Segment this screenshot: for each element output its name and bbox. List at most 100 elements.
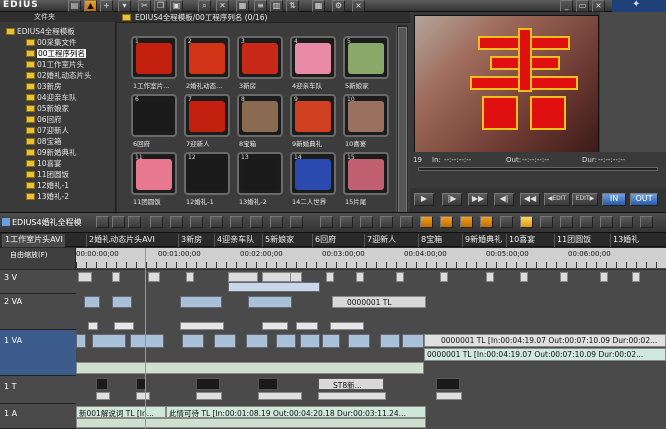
timeline-scale-control[interactable]: 自由缩放(F) — [0, 248, 76, 269]
clip-title-bar[interactable] — [96, 392, 110, 400]
clip-v2[interactable] — [84, 296, 100, 308]
clip-audio-narration[interactable]: 新001解说词 TL [In... — [76, 406, 166, 418]
list-view-button[interactable]: ≡ — [254, 0, 267, 12]
clip-title-st8[interactable]: ST8新... — [318, 378, 384, 390]
minimize-button[interactable]: _ — [560, 0, 573, 12]
timeline-tool-button[interactable] — [460, 216, 473, 228]
clip-v1-wave[interactable] — [76, 362, 424, 374]
timeline-tool-button[interactable] — [210, 216, 223, 228]
clip-v3[interactable] — [290, 272, 302, 282]
timeline-tool-button[interactable] — [112, 216, 125, 228]
clip-v2-effect[interactable] — [262, 322, 288, 330]
clip-thumbnail[interactable]: 14 — [290, 152, 336, 195]
thumb-view-button[interactable]: ▥ — [270, 0, 283, 12]
clip-v2-effect[interactable] — [296, 322, 318, 330]
track-header-3v[interactable]: 3 V — [0, 270, 76, 294]
search-icon[interactable]: ⌕ — [198, 0, 211, 12]
timeline-tool-button[interactable] — [290, 216, 303, 228]
sequence-name[interactable]: EDIUS4婚礼全程模 — [12, 217, 82, 228]
close-bin-button[interactable]: × — [352, 0, 365, 12]
clip-title-bar[interactable] — [318, 392, 386, 400]
clip-v1[interactable] — [348, 334, 370, 348]
close-button[interactable]: × — [592, 0, 605, 12]
copy-button[interactable]: ❐ — [154, 0, 167, 12]
clip-thumbnail[interactable]: 9 — [290, 94, 336, 137]
bin-scrollbar[interactable] — [396, 25, 408, 227]
track-header-2va[interactable]: 2 VA — [0, 294, 76, 330]
paste-button[interactable]: ▣ — [170, 0, 183, 12]
timeline-tool-button[interactable] — [420, 216, 433, 228]
timeline-tool-button[interactable] — [640, 216, 653, 228]
timeline-tool-button[interactable] — [340, 216, 353, 228]
clip-v1[interactable] — [276, 334, 296, 348]
set-in-button[interactable]: IN — [602, 193, 626, 206]
rewind-button[interactable]: ◀◀ — [520, 193, 540, 206]
new-clip-button[interactable]: + — [100, 0, 113, 12]
sequence-tab[interactable]: 10喜宴 — [506, 234, 537, 247]
clip-title[interactable] — [436, 378, 460, 390]
timeline-tool-button[interactable] — [620, 216, 633, 228]
clip-thumbnail[interactable]: 2 — [184, 36, 230, 79]
clip-v1[interactable] — [130, 334, 164, 348]
timeline-tool-button[interactable] — [230, 216, 243, 228]
timeline-tool-button[interactable] — [440, 216, 453, 228]
clip-thumbnail[interactable]: 5 — [343, 36, 389, 79]
sequence-tab[interactable]: 2婚礼动态片头AVI — [86, 234, 157, 247]
timeline-tool-button[interactable] — [380, 216, 393, 228]
clip-v2-long[interactable]: 0000001 TL — [332, 296, 426, 308]
clip-v2[interactable] — [248, 296, 292, 308]
timeline-tool-button[interactable] — [96, 216, 109, 228]
edit-out-button[interactable]: EDIT▶ — [572, 193, 598, 206]
clip-v1[interactable] — [246, 334, 268, 348]
clip-thumbnail[interactable]: 15 — [343, 152, 389, 195]
clip-thumbnail[interactable]: 12 — [184, 152, 230, 195]
clip-v2[interactable] — [180, 296, 222, 308]
sequence-tab[interactable]: 3新房 — [178, 234, 204, 247]
clip-v1-bottom[interactable]: 0000001 TL [In:00:04:19.07 Out:00:07:10.… — [424, 348, 666, 361]
edit-in-button[interactable]: ◀EDIT — [544, 193, 570, 206]
open-button[interactable]: ▾ — [118, 0, 131, 12]
clip-v2-effect[interactable] — [180, 322, 224, 330]
track-header-1va[interactable]: 1 VA — [0, 330, 76, 376]
restore-button[interactable]: ▭ — [576, 0, 589, 12]
clip-audio-music[interactable]: 此情可待 TL [In:00:01:08.19 Out:00:04:20.18 … — [166, 406, 426, 418]
sequence-tab[interactable]: 7迎新人 — [364, 234, 398, 247]
folder-up-button[interactable]: ▲ — [84, 0, 97, 12]
fast-forward-button[interactable]: ▶▶ — [468, 193, 488, 206]
sequence-tab[interactable]: 13婚礼 — [610, 234, 641, 247]
sequence-tab[interactable]: 1工作室片头AVI — [2, 234, 65, 247]
clip-v3[interactable] — [186, 272, 194, 282]
clip-v3-group[interactable] — [228, 282, 320, 292]
step-forward-button[interactable]: |▶ — [442, 193, 462, 206]
timeline-tool-button[interactable] — [540, 216, 553, 228]
timeline-tool-button[interactable] — [400, 216, 413, 228]
timeline-tool-button[interactable] — [190, 216, 203, 228]
clip-v3[interactable] — [486, 272, 494, 282]
clip-thumbnail[interactable]: 8 — [237, 94, 283, 137]
track-header-1t[interactable]: 1 T — [0, 376, 76, 404]
clip-v3[interactable] — [440, 272, 448, 282]
clip-title-bar[interactable] — [196, 392, 222, 400]
clip-v1[interactable] — [214, 334, 236, 348]
clip-audio-wave[interactable] — [76, 418, 426, 428]
sequence-tab[interactable]: 11团圆饭 — [554, 234, 593, 247]
clip-title[interactable] — [258, 378, 278, 390]
clip-v3[interactable] — [356, 272, 364, 282]
clip-v3[interactable] — [600, 272, 608, 282]
clip-v1[interactable] — [300, 334, 320, 348]
playhead[interactable] — [145, 248, 146, 429]
clip-title-bar[interactable] — [258, 392, 302, 400]
timeline-tool-button[interactable] — [270, 216, 283, 228]
clip-v3[interactable] — [560, 272, 568, 282]
timeline-tool-button[interactable] — [320, 216, 333, 228]
grid-button[interactable]: ▦ — [312, 0, 325, 12]
clip-thumbnail[interactable]: 10 — [343, 94, 389, 137]
sort-button[interactable]: ⇅ — [286, 0, 299, 12]
bin-view-button[interactable]: ▤ — [68, 0, 81, 12]
sequence-tab[interactable]: 6回府 — [312, 234, 338, 247]
timeline-tool-button[interactable] — [520, 216, 533, 228]
sequence-tab[interactable]: 5新娘家 — [262, 234, 296, 247]
step-back-button[interactable]: ◀| — [494, 193, 514, 206]
clip-v3[interactable] — [396, 272, 404, 282]
clip-thumbnail[interactable]: 7 — [184, 94, 230, 137]
